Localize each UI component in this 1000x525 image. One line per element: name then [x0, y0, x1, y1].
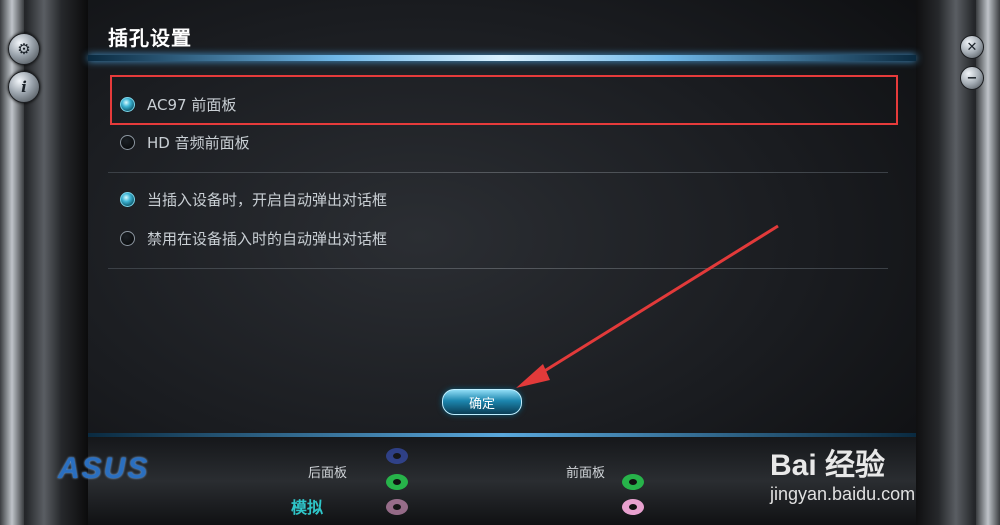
analog-label: 模拟: [291, 498, 324, 517]
settings-gear-icon[interactable]: ⚙: [8, 33, 40, 65]
rear-jack-blue-icon[interactable]: [386, 448, 408, 464]
watermark-logo: Bai 经验: [770, 449, 886, 482]
watermark-url: jingyan.baidu.com: [770, 484, 916, 504]
right-chrome: ✕ −: [912, 0, 1000, 525]
minimize-icon[interactable]: −: [960, 66, 984, 90]
front-jack-green-icon[interactable]: [622, 474, 644, 490]
ok-button[interactable]: 确定: [442, 389, 522, 415]
annotation-arrow-icon: [516, 224, 779, 388]
info-icon[interactable]: i: [8, 71, 40, 103]
close-icon[interactable]: ✕: [960, 35, 984, 59]
left-chrome: ⚙ i: [0, 0, 88, 525]
front-panel-label: 前面板: [566, 466, 606, 481]
front-jack-pink-icon[interactable]: [622, 499, 644, 515]
rear-jack-pink-icon[interactable]: [386, 499, 408, 515]
asus-logo: ASUS: [58, 452, 150, 485]
rear-jack-green-icon[interactable]: [386, 474, 408, 490]
rear-panel-label: 后面板: [308, 466, 348, 481]
